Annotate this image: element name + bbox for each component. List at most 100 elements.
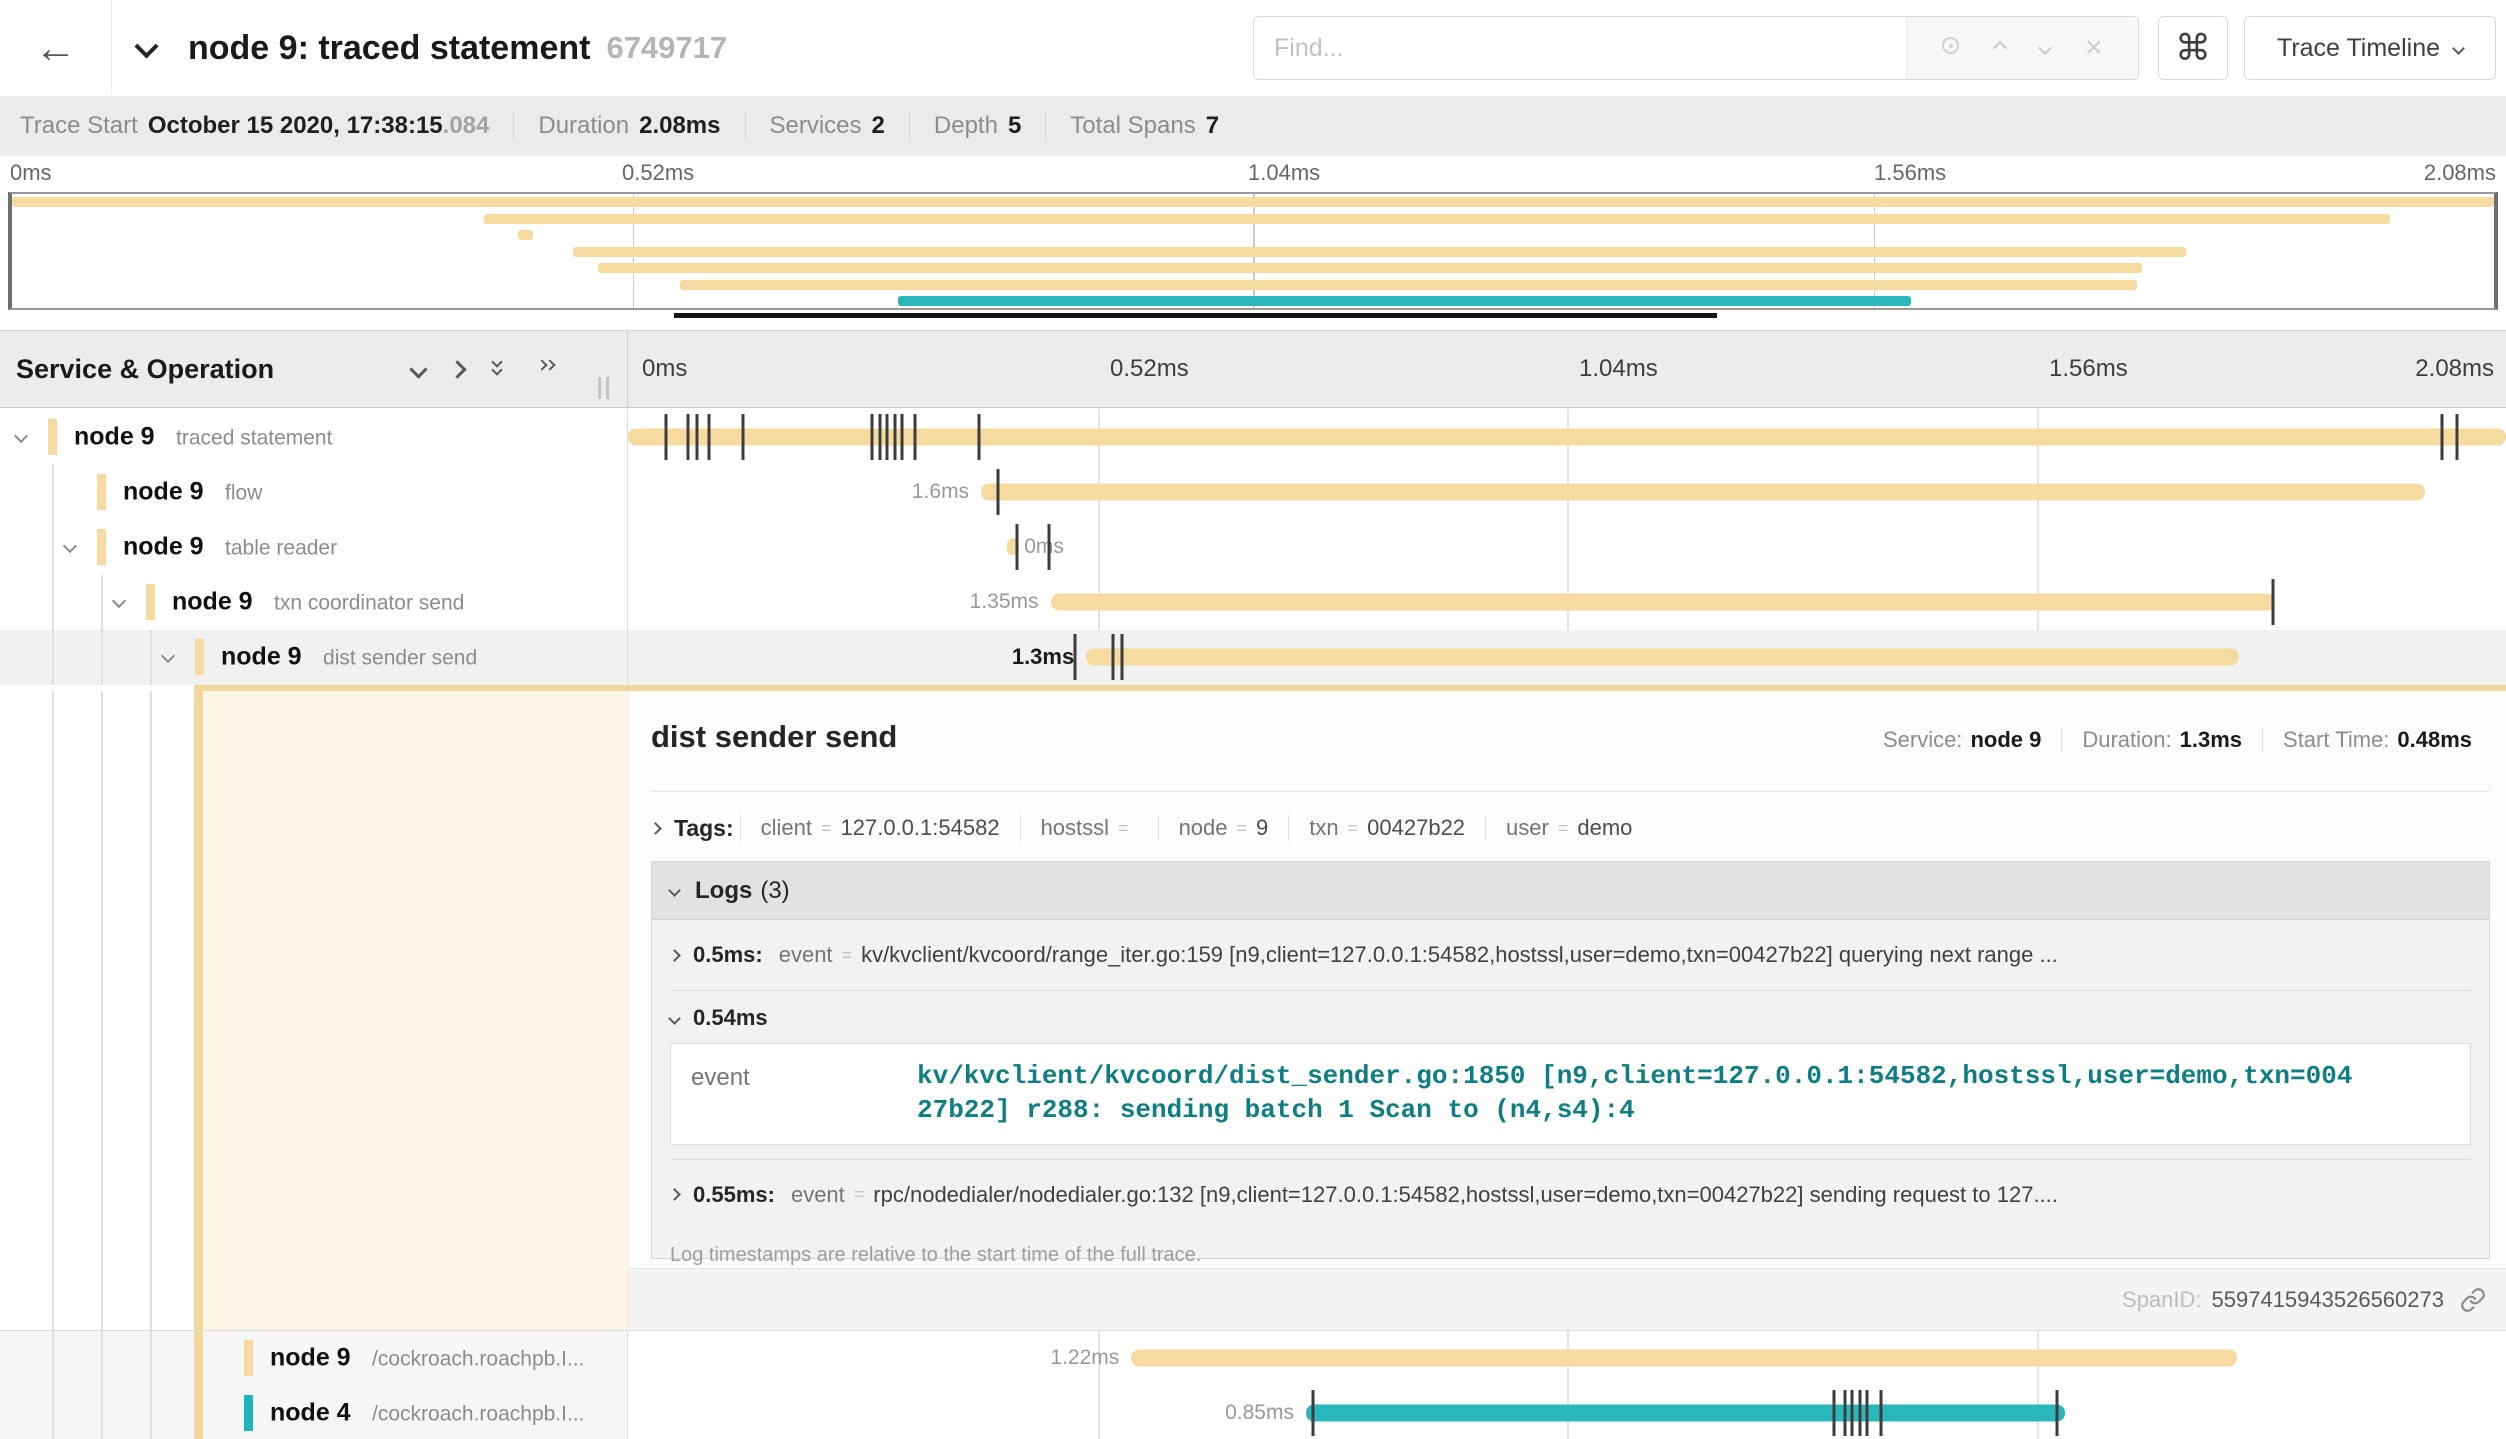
trace-name: node 9: traced statement bbox=[188, 29, 590, 68]
back-button[interactable]: ← bbox=[0, 0, 112, 95]
find-input[interactable] bbox=[1254, 17, 1906, 79]
minimap-span-bar bbox=[898, 296, 1911, 306]
page-header: ← node 9: traced statement 6749717 × ⌘ T… bbox=[0, 0, 2506, 97]
service-operation-label: Service & Operation bbox=[16, 331, 274, 407]
guide-line bbox=[52, 519, 54, 574]
span-collapse-icon[interactable] bbox=[16, 428, 26, 446]
collapse-one-icon[interactable] bbox=[409, 360, 427, 378]
minimap-span-bar bbox=[598, 263, 2142, 273]
span-service: node 4 bbox=[270, 1398, 351, 1426]
span-row-txn-coordinator-send[interactable]: node 9 txn coordinator send 1.35ms bbox=[0, 575, 2506, 630]
guide-line bbox=[150, 630, 152, 685]
span-detail-panel: dist sender send Service:node 9 Duration… bbox=[628, 691, 2506, 1330]
guide-line bbox=[101, 1386, 103, 1439]
detail-span-title: dist sender send bbox=[651, 719, 897, 755]
span-service: node 9 bbox=[172, 588, 253, 616]
span-service: node 9 bbox=[123, 477, 204, 505]
span-row-node9-batch[interactable]: node 9 /cockroach.roachpb.I... 1.22ms bbox=[0, 1331, 2506, 1386]
guide-line bbox=[150, 1331, 152, 1386]
service-color-swatch bbox=[195, 639, 204, 675]
span-row-table-reader[interactable]: node 9 table reader 0ms bbox=[0, 519, 2506, 574]
minimap-scrollbar[interactable] bbox=[674, 313, 1716, 318]
find-next-icon[interactable] bbox=[2038, 41, 2052, 55]
logs-count: (3) bbox=[760, 877, 789, 905]
guide-line bbox=[150, 1386, 152, 1439]
service-operation-header: Service & Operation bbox=[0, 331, 628, 407]
span-collapse-icon[interactable] bbox=[163, 648, 173, 666]
chevron-right-icon bbox=[670, 949, 681, 962]
back-arrow-icon: ← bbox=[35, 24, 77, 72]
log-entry-1-expanded: 0.54ms event kv/kvclient/kvcoord/dist_se… bbox=[670, 990, 2471, 1159]
log-marker-tick bbox=[1120, 634, 1123, 680]
selected-span-guide-band bbox=[194, 1386, 203, 1439]
guide-line bbox=[101, 1331, 103, 1386]
span-detail-row: dist sender send Service:node 9 Duration… bbox=[0, 691, 2506, 1330]
span-service: node 9 bbox=[123, 532, 204, 560]
service-color-swatch bbox=[146, 584, 155, 620]
guide-line bbox=[52, 1386, 54, 1439]
trace-title-collapse-icon[interactable] bbox=[138, 38, 155, 60]
trace-start-label: Trace Start bbox=[20, 112, 138, 140]
service-color-swatch bbox=[97, 529, 106, 565]
expand-collapse-controls bbox=[412, 331, 560, 407]
trace-start: Trace Start October 15 2020, 17:38:15 .0… bbox=[20, 112, 513, 140]
timeline-tick-1: 0.52ms bbox=[1110, 331, 1189, 407]
collapse-all-icon[interactable] bbox=[490, 357, 512, 381]
log-marker-ticks bbox=[628, 464, 2506, 519]
span-operation: /cockroach.roachpb.I... bbox=[372, 1348, 584, 1371]
log-marker-ticks bbox=[628, 575, 2506, 630]
log-entry-2[interactable]: 0.55ms: event = rpc/nodedialer/nodediale… bbox=[670, 1159, 2471, 1230]
expand-all-icon[interactable] bbox=[538, 357, 560, 381]
keyboard-shortcuts-button[interactable]: ⌘ bbox=[2158, 16, 2228, 80]
expand-one-icon[interactable] bbox=[448, 360, 466, 378]
trace-start-value: October 15 2020, 17:38:15 bbox=[148, 112, 443, 140]
span-service: node 9 bbox=[270, 1344, 351, 1372]
column-resize-grip[interactable] bbox=[598, 377, 609, 399]
log-marker-ticks bbox=[628, 630, 2506, 685]
guide-line bbox=[150, 691, 152, 1330]
log-event-table: event kv/kvclient/kvcoord/dist_sender.go… bbox=[670, 1043, 2471, 1145]
span-id-value: 5597415943526560273 bbox=[2212, 1287, 2444, 1313]
log-event-value: kv/kvclient/kvcoord/dist_sender.go:1850 … bbox=[917, 1060, 2361, 1128]
tag-user: user=demo bbox=[1485, 815, 1652, 841]
timeline-tick-4: 2.08ms bbox=[2415, 331, 2494, 407]
span-service: node 9 bbox=[221, 643, 302, 671]
deep-link-icon[interactable] bbox=[2460, 1287, 2486, 1313]
log-marker-ticks bbox=[628, 1331, 2506, 1386]
find-clear-icon[interactable]: × bbox=[2085, 33, 2103, 63]
minimap-span-bar bbox=[12, 197, 2494, 207]
timeline-tick-2: 1.04ms bbox=[1579, 331, 1658, 407]
find-prev-icon[interactable] bbox=[1992, 41, 2006, 55]
span-collapse-icon[interactable] bbox=[65, 538, 75, 556]
span-operation: txn coordinator send bbox=[274, 592, 464, 615]
focus-target-icon[interactable] bbox=[1942, 37, 1959, 59]
minimap-canvas[interactable] bbox=[8, 192, 2498, 310]
log-entry-1-header[interactable]: 0.54ms bbox=[670, 1005, 2471, 1031]
service-color-swatch bbox=[244, 1340, 253, 1376]
log-marker-tick bbox=[2441, 414, 2444, 460]
guide-line bbox=[52, 464, 54, 519]
log-marker-tick bbox=[696, 414, 699, 460]
span-row-node4-batch[interactable]: node 4 /cockroach.roachpb.I... 0.85ms bbox=[0, 1386, 2506, 1439]
tags-row[interactable]: Tags: client=127.0.0.1:54582 hostssl= no… bbox=[651, 803, 1652, 853]
trace-start-fraction: .084 bbox=[443, 112, 490, 140]
view-selector-button[interactable]: Trace Timeline bbox=[2244, 16, 2496, 80]
log-entry-0[interactable]: 0.5ms: event = kv/kvclient/kvcoord/range… bbox=[670, 920, 2471, 990]
log-marker-tick bbox=[871, 414, 874, 460]
span-row-dist-sender-send[interactable]: node 9 dist sender send 1.3ms bbox=[0, 630, 2506, 685]
span-row-traced-statement[interactable]: node 9 traced statement bbox=[0, 409, 2506, 464]
logs-header[interactable]: Logs (3) bbox=[652, 862, 2489, 920]
span-service: node 9 bbox=[74, 422, 155, 450]
trace-depth: Depth5 bbox=[909, 112, 1045, 140]
trace-timeline-page: ← node 9: traced statement 6749717 × ⌘ T… bbox=[0, 0, 2506, 1439]
log-marker-ticks bbox=[628, 519, 2506, 574]
log-marker-tick bbox=[893, 414, 896, 460]
tag-client: client=127.0.0.1:54582 bbox=[740, 815, 1020, 841]
minimap-span-bar bbox=[573, 247, 2186, 257]
timeline-tick-0: 0ms bbox=[642, 331, 687, 407]
minimap-tick-1: 0.52ms bbox=[622, 160, 694, 186]
span-row-flow[interactable]: node 9 flow 1.6ms bbox=[0, 464, 2506, 519]
timeline-tick-3: 1.56ms bbox=[2049, 331, 2128, 407]
span-collapse-icon[interactable] bbox=[114, 593, 124, 611]
log-marker-tick bbox=[1312, 1390, 1315, 1436]
